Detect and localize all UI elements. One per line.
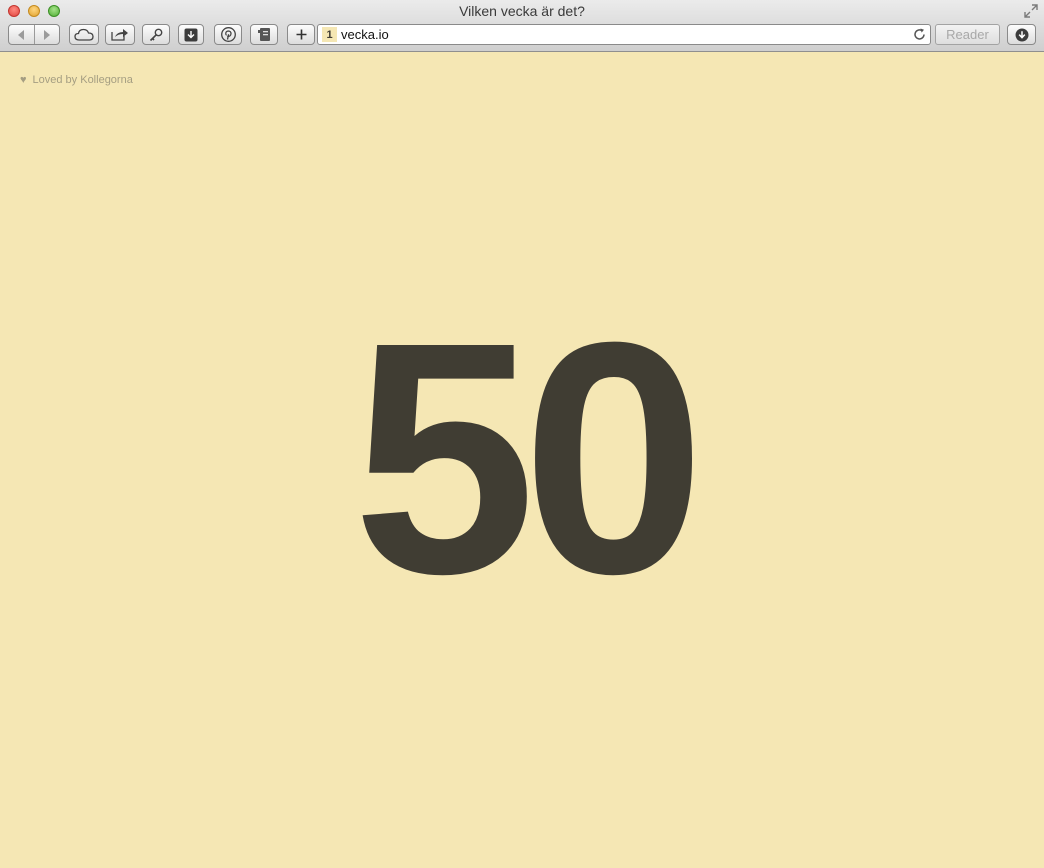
key-icon — [149, 28, 163, 41]
plus-icon — [296, 29, 306, 40]
save-button[interactable] — [178, 24, 204, 45]
fullscreen-icon[interactable] — [1024, 4, 1038, 18]
back-forward-group — [8, 24, 60, 45]
browser-window: Vilken vecka är det? 1 vecka.io Reader ♥… — [0, 0, 1044, 868]
cloud-icon — [74, 28, 94, 41]
heart-icon: ♥ — [20, 74, 27, 86]
passwords-button[interactable] — [142, 24, 170, 45]
pin-it-button[interactable] — [214, 24, 242, 45]
loved-by-link[interactable]: ♥ Loved by Kollegorna — [20, 74, 133, 86]
downloads-icon — [1015, 28, 1028, 41]
address-bar[interactable]: 1 vecka.io — [317, 24, 931, 45]
pinterest-icon — [220, 27, 236, 42]
notebook-icon — [258, 28, 270, 41]
download-box-icon — [184, 28, 198, 41]
reload-icon[interactable] — [913, 28, 926, 41]
back-arrow-icon — [18, 29, 25, 40]
week-number: 50 — [352, 273, 705, 642]
back-button[interactable] — [9, 25, 34, 44]
icloud-tabs-button[interactable] — [69, 24, 99, 45]
page-content: ♥ Loved by Kollegorna 50 — [0, 52, 1044, 868]
share-icon — [111, 29, 128, 41]
downloads-button[interactable] — [1007, 24, 1036, 45]
share-button[interactable] — [105, 24, 135, 45]
browser-toolbar: Vilken vecka är det? 1 vecka.io Reader — [0, 0, 1044, 52]
forward-button[interactable] — [35, 25, 60, 44]
loved-by-text: Loved by Kollegorna — [32, 74, 133, 86]
site-favicon: 1 — [322, 27, 337, 42]
url-text[interactable]: vecka.io — [341, 27, 389, 42]
window-title: Vilken vecka är det? — [459, 3, 585, 19]
reader-button[interactable]: Reader — [935, 24, 1000, 45]
evernote-button[interactable] — [250, 24, 278, 45]
forward-arrow-icon — [43, 29, 50, 40]
new-tab-button[interactable] — [287, 24, 315, 45]
